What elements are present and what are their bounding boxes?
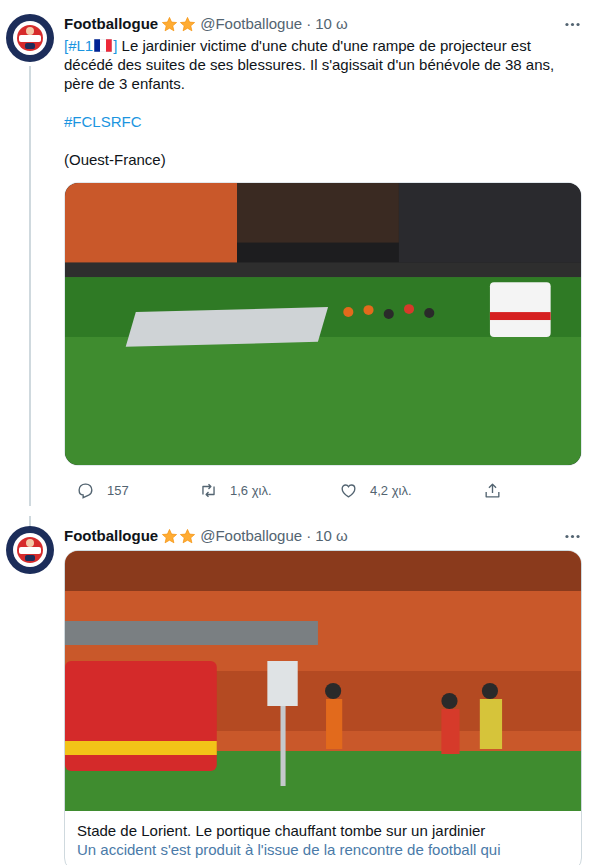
- card-photo[interactable]: [65, 551, 581, 811]
- more-icon[interactable]: [563, 527, 582, 546]
- hashtag-link[interactable]: [#L1: [64, 37, 93, 54]
- action-count: 4,2 χιλ.: [370, 483, 412, 498]
- tweet-header: Footballogue @Footballogue·10 ω: [64, 526, 582, 546]
- star-icon: [179, 528, 196, 545]
- avatar-logo-icon[interactable]: [6, 14, 54, 62]
- text-segment: Le jardinier victime d'une chute d'une r…: [64, 37, 554, 92]
- tweet-content: Footballogue@Footballogue·10 ω[#L1] Le j…: [64, 14, 582, 506]
- more-icon[interactable]: [563, 15, 582, 34]
- like-button[interactable]: 4,2 χιλ.: [327, 481, 471, 500]
- tweet-text: [#L1] Le jardinier victime d'une chute d…: [64, 36, 582, 169]
- hashtag-link[interactable]: ]: [113, 37, 117, 54]
- action-bar: 157 1,6 χιλ. 4,2 χιλ.: [64, 474, 582, 506]
- hashtag-link[interactable]: #FCLSRFC: [64, 113, 142, 130]
- card-description[interactable]: Un accident s'est produit à l'issue de l…: [77, 840, 569, 859]
- separator: ·: [306, 526, 311, 546]
- reply-icon[interactable]: [76, 481, 95, 500]
- paragraph: [#L1] Le jardinier victime d'une chute d…: [64, 36, 582, 93]
- star-icon: [161, 16, 178, 33]
- author-handle[interactable]: @Footballogue: [200, 14, 302, 34]
- tweet-content: Footballogue @Footballogue·10 ω Stade de L…: [64, 516, 582, 865]
- star-icon: [179, 16, 196, 33]
- tweet-time[interactable]: 10 ω: [315, 14, 348, 34]
- france-flag-icon: [94, 39, 112, 52]
- thread-line: [29, 66, 31, 506]
- action-count: 1,6 χιλ.: [230, 483, 272, 498]
- paragraph: (Ouest-France): [64, 150, 582, 169]
- retweet-button[interactable]: 1,6 χιλ.: [187, 481, 327, 500]
- retweet-icon[interactable]: [199, 481, 218, 500]
- avatar-column: [6, 14, 54, 506]
- star-icon: [161, 528, 178, 545]
- badge-stars: [161, 528, 196, 545]
- avatar-column: [6, 516, 54, 865]
- thread-line: [29, 516, 31, 526]
- author-name[interactable]: Footballogue: [64, 526, 158, 546]
- action-count: 157: [107, 483, 129, 498]
- badge-stars: [161, 16, 196, 33]
- text-segment: (Ouest-France): [64, 151, 166, 168]
- card-body: Stade de Lorient. Le portique chauffant …: [65, 811, 581, 865]
- avatar[interactable]: [6, 14, 54, 62]
- like-icon[interactable]: [339, 481, 358, 500]
- more-button[interactable]: [563, 527, 582, 546]
- tweet-time[interactable]: 10 ω: [315, 526, 348, 546]
- separator: ·: [306, 14, 311, 34]
- paragraph: #FCLSRFC: [64, 112, 582, 131]
- tweet: Footballogue@Footballogue·10 ω[#L1] Le j…: [0, 0, 598, 516]
- link-card[interactable]: Stade de Lorient. Le portique chauffant …: [64, 550, 582, 865]
- avatar-logo-icon[interactable]: [6, 526, 54, 574]
- avatar[interactable]: [6, 526, 54, 574]
- tweet-photo[interactable]: [64, 182, 582, 466]
- card-title[interactable]: Stade de Lorient. Le portique chauffant …: [77, 821, 569, 840]
- share-icon[interactable]: [483, 481, 502, 500]
- reply-button[interactable]: 157: [64, 481, 187, 500]
- more-button[interactable]: [563, 15, 582, 34]
- tweet-header: Footballogue @Footballogue·10 ω: [64, 14, 582, 34]
- author-name[interactable]: Footballogue: [64, 14, 158, 34]
- share-button[interactable]: [471, 481, 511, 500]
- tweet: Footballogue @Footballogue·10 ω Stade de L…: [0, 516, 598, 865]
- author-handle[interactable]: @Footballogue: [200, 526, 302, 546]
